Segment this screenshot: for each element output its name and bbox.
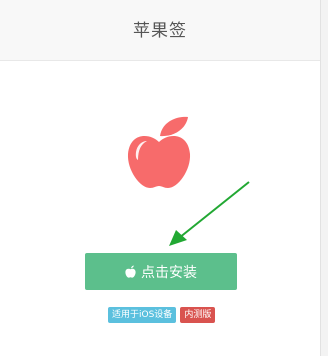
ios-device-badge: 适用于iOS设备 [108,307,177,323]
scroll-edge [320,0,328,356]
beta-badge: 内测版 [180,307,216,323]
page-title: 苹果签 [133,21,187,41]
install-button[interactable]: 点击安装 [85,253,237,290]
page: 苹果签 点击安装 适用于iOS设备 内测版 [0,0,328,356]
header-bar: 苹果签 [0,0,320,61]
apple-icon [125,265,136,278]
install-button-label: 点击安装 [141,264,197,281]
badge-group: 适用于iOS设备 内测版 [108,307,216,323]
arrow-indicator-icon [169,181,250,246]
